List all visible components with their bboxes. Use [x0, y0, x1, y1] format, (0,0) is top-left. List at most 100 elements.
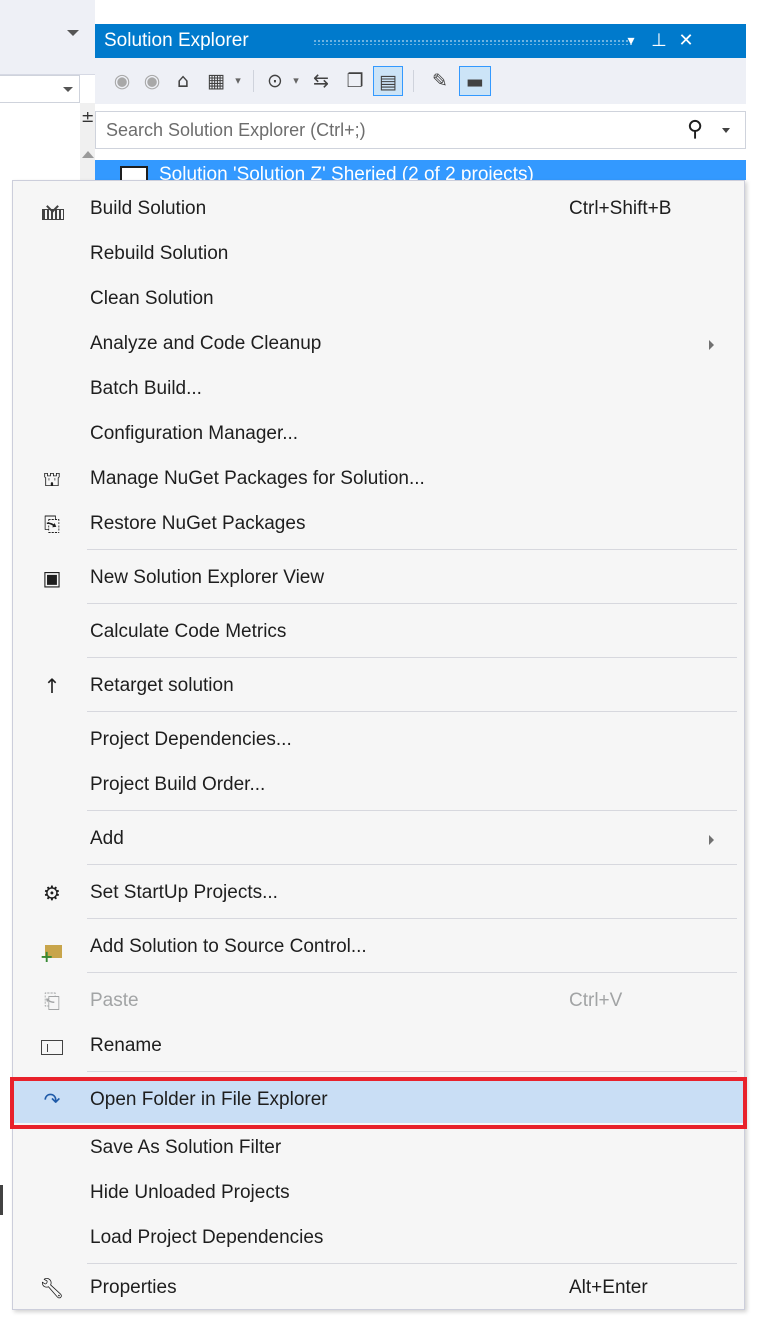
menu-separator — [87, 549, 737, 550]
menu-item-shortcut: Ctrl+Shift+B — [569, 198, 672, 219]
filter-dropdown-icon[interactable]: ▾ — [289, 66, 303, 96]
menu-item-clean-solution[interactable]: Clean Solution — [13, 276, 744, 322]
menu-separator — [87, 1071, 737, 1072]
menu-item-label: Add — [90, 828, 124, 849]
menu-item-rename[interactable]: Rename — [13, 1023, 744, 1069]
menu-item-properties[interactable]: 🔧︎ Properties Alt+Enter — [13, 1265, 744, 1311]
toolbar-separator — [253, 70, 254, 92]
navigation-combo[interactable] — [0, 75, 80, 103]
new-view-icon: ▣ — [42, 566, 62, 590]
menu-item-label: Load Project Dependencies — [90, 1227, 324, 1248]
editor-tab-strip — [0, 0, 95, 75]
menu-item-save-as-solution-filter[interactable]: Save As Solution Filter — [13, 1125, 744, 1171]
properties-icon[interactable]: ✎ — [425, 66, 455, 96]
split-icon[interactable]: ± — [81, 109, 94, 125]
menu-item-label: Analyze and Code Cleanup — [90, 333, 322, 354]
gear-icon: ⚙ — [43, 881, 61, 905]
menu-item-label: Retarget solution — [90, 675, 234, 696]
title-grip[interactable] — [313, 39, 634, 45]
menu-item-manage-nuget[interactable]: ⛫ Manage NuGet Packages for Solution... — [13, 456, 744, 502]
menu-item-label: Project Dependencies... — [90, 729, 292, 750]
pin-icon[interactable]: ⊥ — [647, 28, 671, 54]
solution-tree-selected-row[interactable]: Solution 'Solution Z' Sheried (2 of 2 pr… — [95, 160, 746, 180]
submenu-arrow-icon — [709, 835, 714, 845]
menu-item-label: Rebuild Solution — [90, 243, 229, 264]
collapse-all-icon[interactable]: ❐ — [341, 66, 369, 96]
sync-active-document-icon[interactable]: ⇆ — [307, 66, 335, 96]
solution-explorer-title: Solution Explorer — [104, 30, 249, 51]
nuget-icon: ⛫ — [42, 467, 62, 491]
up-arrow-icon: ↑ — [43, 674, 61, 698]
menu-item-retarget-solution[interactable]: ↑ Retarget solution — [13, 663, 744, 709]
rename-icon — [35, 1023, 69, 1069]
menu-item-build-solution[interactable]: Build Solution Ctrl+Shift+B — [13, 186, 744, 232]
menu-item-set-startup-projects[interactable]: ⚙ Set StartUp Projects... — [13, 870, 744, 916]
menu-item-label: Rename — [90, 1035, 162, 1056]
menu-item-project-dependencies[interactable]: Project Dependencies... — [13, 717, 744, 763]
menu-separator — [87, 603, 737, 604]
switch-views-dropdown-icon[interactable]: ▾ — [231, 66, 245, 96]
open-folder-arrow-icon: ↷ — [43, 1088, 61, 1112]
menu-item-new-solution-explorer-view[interactable]: ▣ New Solution Explorer View — [13, 555, 744, 601]
menu-item-restore-nuget[interactable]: ⎘ Restore NuGet Packages — [13, 501, 744, 547]
menu-separator — [87, 918, 737, 919]
menu-separator — [87, 657, 737, 658]
menu-item-label: Hide Unloaded Projects — [90, 1182, 290, 1203]
menu-item-shortcut: Ctrl+V — [569, 990, 623, 1011]
menu-item-batch-build[interactable]: Batch Build... — [13, 366, 744, 412]
window-position-dropdown-icon[interactable]: ▾ — [619, 28, 643, 54]
menu-item-label: Paste — [90, 990, 139, 1011]
menu-item-label: Batch Build... — [90, 378, 202, 399]
menu-item-label: Add Solution to Source Control... — [90, 936, 367, 957]
switch-views-icon[interactable]: ▦ — [201, 66, 231, 96]
tab-overflow-dropdown-icon[interactable] — [67, 30, 79, 36]
search-icon[interactable]: ⚲ — [687, 116, 703, 144]
menu-item-label: Configuration Manager... — [90, 423, 299, 444]
menu-item-load-project-dependencies[interactable]: Load Project Dependencies — [13, 1215, 744, 1261]
menu-item-label: Build Solution — [90, 198, 207, 219]
search-options-dropdown-icon[interactable] — [722, 128, 730, 133]
menu-separator — [87, 864, 737, 865]
menu-item-shortcut: Alt+Enter — [569, 1277, 648, 1298]
menu-separator — [87, 972, 737, 973]
build-icon — [35, 186, 69, 232]
solution-explorer-search: ⚲ — [95, 111, 746, 149]
show-all-files-icon[interactable]: ▤ — [373, 66, 403, 96]
editor-scrollbar[interactable]: ± — [80, 103, 95, 183]
menu-item-label: Properties — [90, 1277, 177, 1298]
solution-node-label: Solution 'Solution Z' Sheried (2 of 2 pr… — [159, 164, 534, 180]
menu-item-label: Set StartUp Projects... — [90, 882, 278, 903]
preview-selected-items-icon[interactable]: ▬ — [459, 66, 491, 96]
menu-item-project-build-order[interactable]: Project Build Order... — [13, 762, 744, 808]
solution-icon — [120, 166, 148, 180]
submenu-arrow-icon — [709, 340, 714, 350]
menu-item-label: Manage NuGet Packages for Solution... — [90, 468, 425, 489]
menu-item-label: Open Folder in File Explorer — [90, 1089, 328, 1110]
combo-dropdown-icon[interactable] — [63, 87, 73, 92]
menu-item-label: New Solution Explorer View — [90, 567, 325, 588]
menu-item-label: Restore NuGet Packages — [90, 513, 306, 534]
menu-item-add-to-source-control[interactable]: Add Solution to Source Control... — [13, 924, 744, 980]
home-icon[interactable]: ⌂ — [169, 66, 197, 96]
search-input[interactable] — [96, 112, 686, 148]
scroll-up-icon[interactable] — [82, 151, 94, 158]
menu-item-rebuild-solution[interactable]: Rebuild Solution — [13, 231, 744, 277]
back-icon[interactable]: ◉ — [109, 66, 135, 96]
solution-explorer-title-bar: Solution Explorer ▾ ⊥ ✕ — [95, 24, 746, 58]
menu-item-label: Project Build Order... — [90, 774, 266, 795]
close-icon[interactable]: ✕ — [674, 28, 698, 54]
forward-icon[interactable]: ◉ — [139, 66, 165, 96]
menu-item-configuration-manager[interactable]: Configuration Manager... — [13, 411, 744, 457]
menu-item-open-folder-in-file-explorer[interactable]: ↷ Open Folder in File Explorer — [10, 1077, 747, 1129]
menu-item-label: Clean Solution — [90, 288, 214, 309]
menu-item-paste[interactable]: ⎗ Paste Ctrl+V — [13, 978, 744, 1024]
menu-item-calculate-code-metrics[interactable]: Calculate Code Metrics — [13, 609, 744, 655]
menu-item-hide-unloaded-projects[interactable]: Hide Unloaded Projects — [13, 1170, 744, 1216]
menu-item-add[interactable]: Add — [13, 816, 744, 862]
menu-item-analyze-code-cleanup[interactable]: Analyze and Code Cleanup — [13, 321, 744, 367]
toolbar-separator — [413, 70, 414, 92]
menu-separator — [87, 810, 737, 811]
pending-changes-filter-icon[interactable]: ⊙ — [261, 66, 289, 96]
restore-icon: ⎘ — [44, 512, 60, 536]
editor-margin-marker — [0, 1185, 3, 1215]
